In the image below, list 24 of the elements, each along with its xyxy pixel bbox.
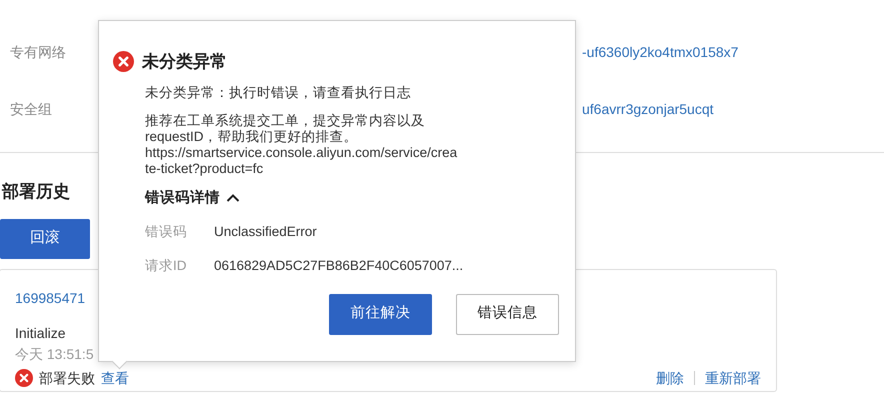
deployment-time: 今天 13:51:5 <box>15 344 94 364</box>
field-label: 安全组 <box>10 100 52 119</box>
resource-link[interactable]: -uf6360ly2ko4tmx0158x7 <box>582 42 738 63</box>
field-label: 专有网络 <box>10 43 66 62</box>
error-info-button[interactable]: 错误信息 <box>456 294 559 335</box>
rollback-button[interactable]: 回滚 <box>0 218 90 258</box>
detail-label: 错误码 <box>145 223 188 242</box>
detail-value: 0616829AD5C27FB86B2F40C6057007... <box>214 256 464 274</box>
status-text: 部署失败 <box>39 368 95 387</box>
error-icon <box>15 368 33 387</box>
resolve-button[interactable]: 前往解决 <box>329 294 432 335</box>
deployment-name: Initialize <box>15 324 67 342</box>
action-link[interactable]: 重新部署 <box>705 368 761 387</box>
resource-link[interactable]: uf6avrr3gzonjar5ucqt <box>582 99 714 120</box>
error-icon <box>113 51 134 72</box>
action-link[interactable]: 删除 <box>656 368 684 387</box>
detail-value: UnclassifiedError <box>214 223 317 242</box>
error-message: 未分类异常：执行时错误，请查看执行日志 <box>145 84 412 102</box>
detail-label: 请求ID <box>145 256 188 274</box>
popover-title: 未分类异常 <box>142 51 227 73</box>
view-link[interactable]: 查看 <box>101 368 129 387</box>
section-title: 部署历史 <box>2 181 70 203</box>
advice-text: 推荐在工单系统提交工单，提交异常内容以及 requestID，帮助我们更好的排查。 https://smartservice.console.aliyun.com/service/crea te-ticket?product=fc <box>145 112 458 178</box>
details-toggle[interactable]: 错误码详情 <box>145 188 559 210</box>
